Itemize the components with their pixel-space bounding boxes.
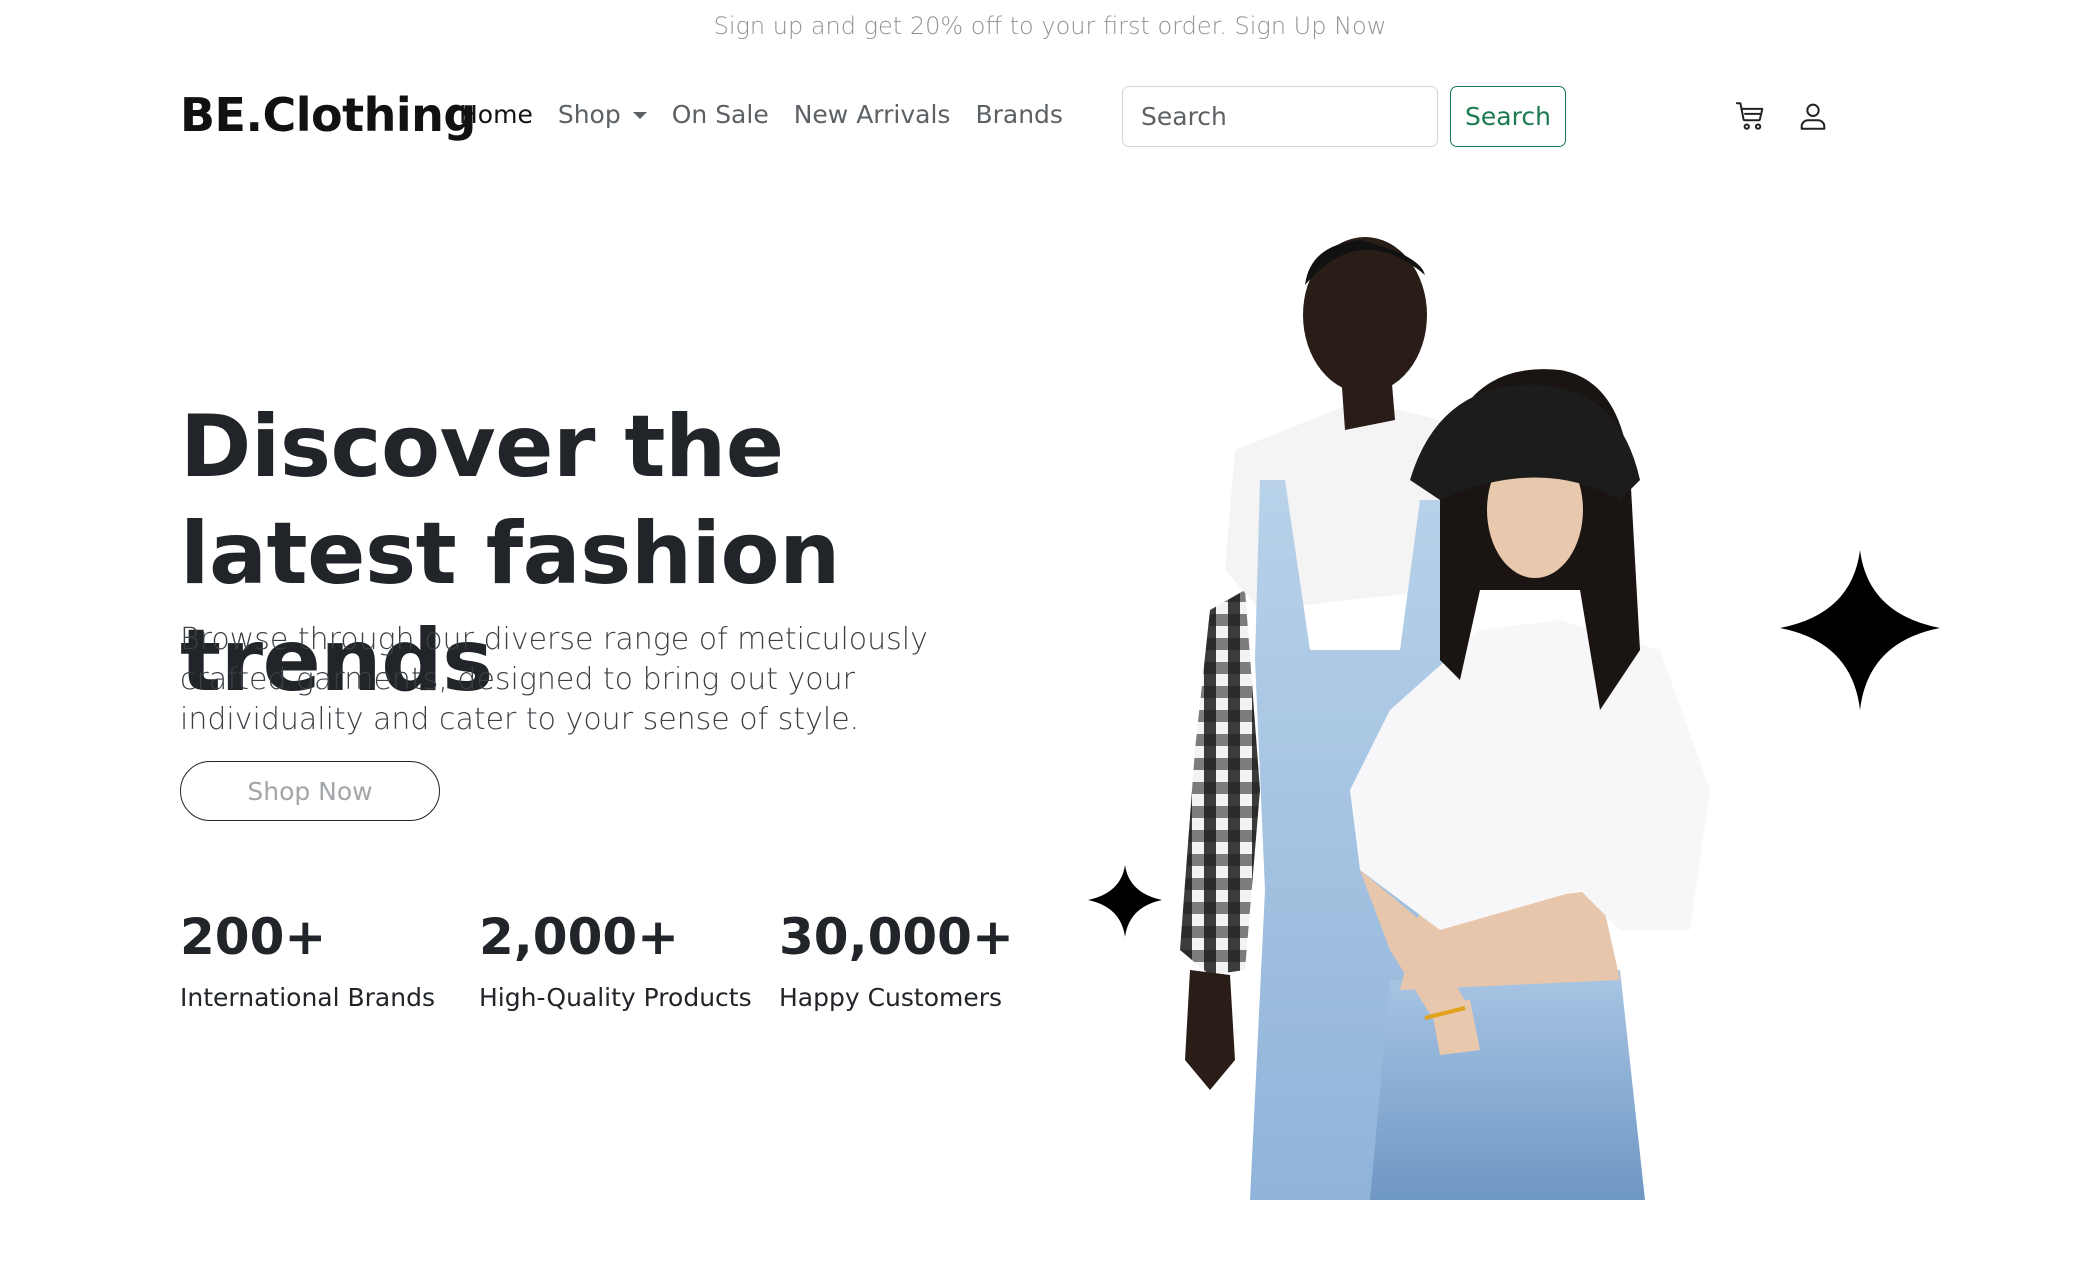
nav-item-label: Home: [459, 100, 533, 129]
nav-item-label: New Arrivals: [793, 100, 951, 129]
nav-item-new-arrivals[interactable]: New Arrivals: [794, 100, 951, 129]
stat-value: 2,000+: [479, 908, 680, 966]
stat-label: International Brands: [180, 983, 435, 1012]
stat-label: Happy Customers: [779, 983, 1003, 1012]
sparkle-large-icon: [1780, 550, 1940, 710]
landing-page: Sign up and get 20% off to your first or…: [0, 0, 2100, 1275]
nav-item-on-sale[interactable]: On Sale: [672, 100, 769, 129]
user-icon[interactable]: [1796, 99, 1830, 133]
search-button[interactable]: Search: [1450, 86, 1566, 147]
stat-products: 2,000+ High-Quality Products: [479, 905, 752, 1012]
stat-customers: 30,000+ Happy Customers: [779, 905, 1014, 1012]
shop-now-button[interactable]: Shop Now: [180, 761, 440, 821]
chevron-down-icon: [632, 112, 647, 119]
main-nav: Home Shop On Sale New Arrivals Brands: [459, 100, 1088, 129]
sparkle-small-icon: [1088, 865, 1162, 937]
nav-item-label: Shop: [557, 100, 621, 129]
stat-value: 200+: [180, 908, 327, 966]
hero-description: Browse through our diverse range of meti…: [180, 622, 928, 737]
cart-icon[interactable]: [1734, 99, 1768, 133]
stat-label: High-Quality Products: [479, 983, 752, 1012]
stat-brands: 200+ International Brands: [180, 905, 435, 1012]
nav-item-shop[interactable]: Shop: [558, 100, 647, 129]
nav-item-home[interactable]: Home: [459, 100, 533, 129]
promo-banner[interactable]: Sign up and get 20% off to your first or…: [0, 12, 2100, 40]
stat-value: 30,000+: [779, 908, 1014, 966]
nav-item-brands[interactable]: Brands: [975, 100, 1063, 129]
brand-logo[interactable]: BE.Clothing: [180, 88, 476, 142]
nav-item-label: On Sale: [671, 100, 769, 129]
nav-item-label: Brands: [975, 100, 1063, 129]
search-input[interactable]: [1122, 86, 1438, 147]
hero-image: [1088, 237, 1940, 1200]
